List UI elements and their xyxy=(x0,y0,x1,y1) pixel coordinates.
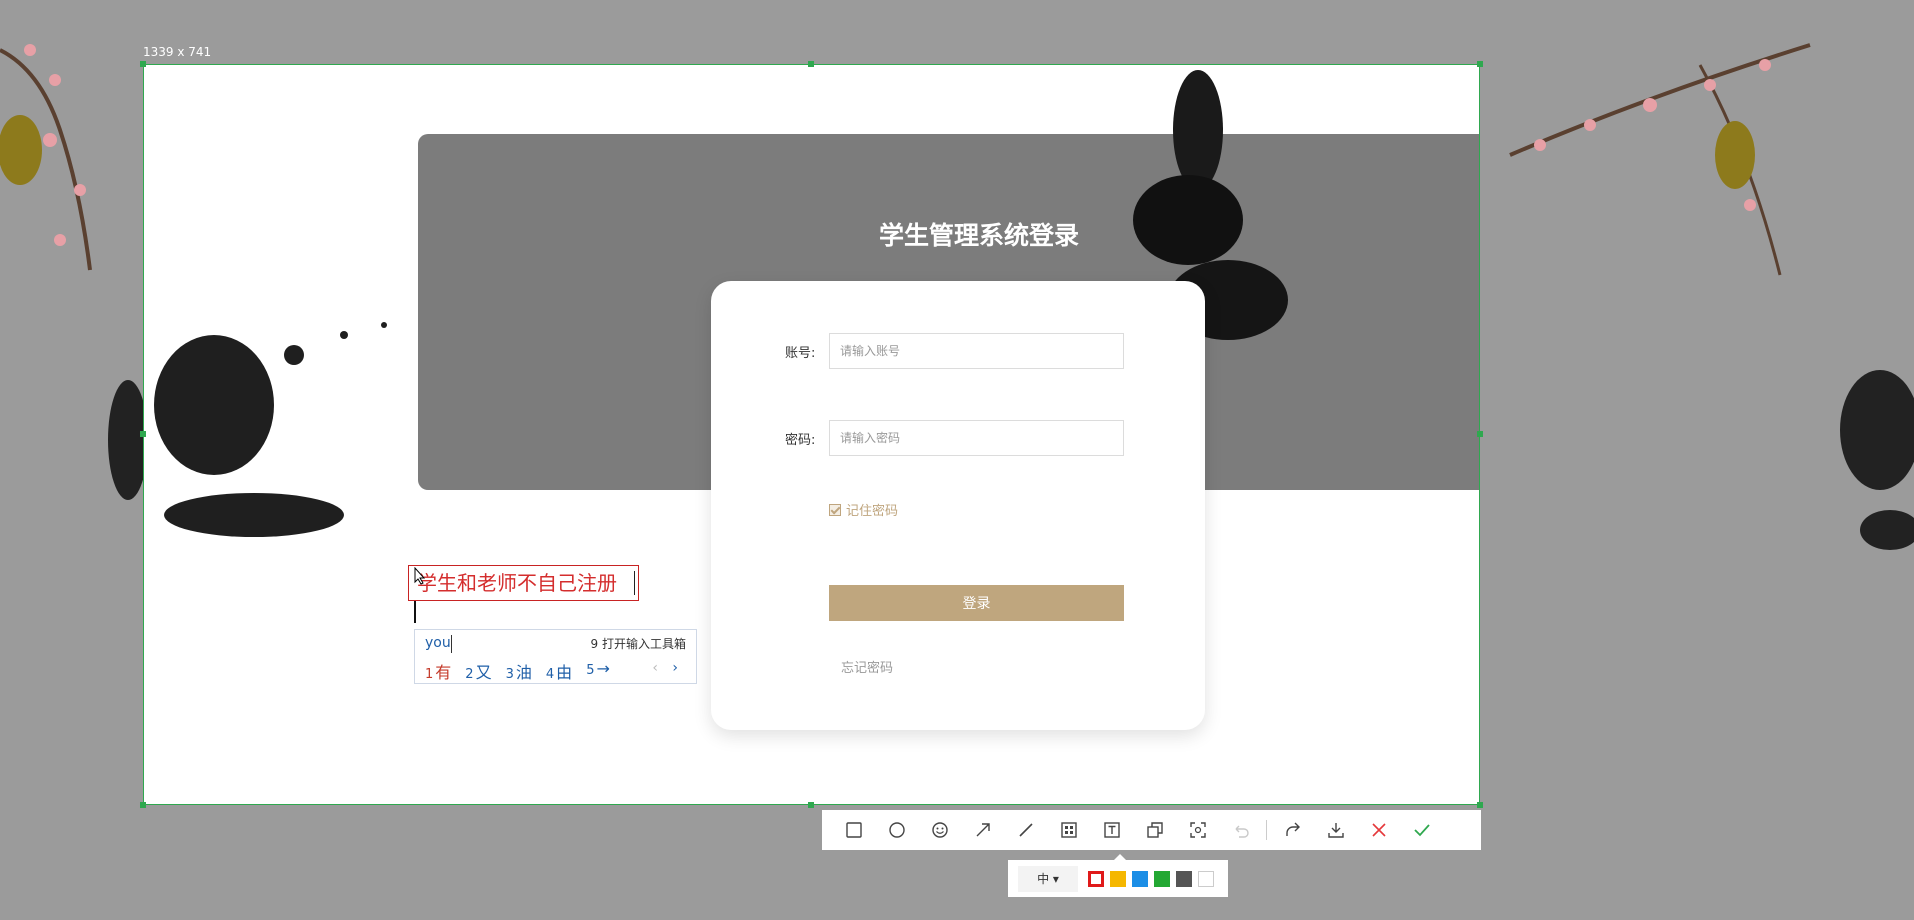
right-blossom-branch-image xyxy=(1509,43,1811,276)
left-blossom-branch-image xyxy=(0,44,92,271)
remember-password-row[interactable]: 记住密码 xyxy=(829,500,898,519)
close-icon xyxy=(1371,823,1386,837)
ime-prev-page-button[interactable]: ‹ xyxy=(652,660,658,676)
arrow-icon xyxy=(976,823,990,837)
left-ink-splash-image xyxy=(108,380,143,500)
resize-handle-left[interactable] xyxy=(140,431,146,437)
save-tool[interactable] xyxy=(1314,810,1357,850)
capture-toolbar xyxy=(822,810,1481,850)
account-label: 账号: xyxy=(785,346,816,361)
login-button[interactable]: 登录 xyxy=(829,585,1124,621)
ocr-tool[interactable] xyxy=(1176,810,1219,850)
login-card: 账号: 密码: 记住密码 登录 忘记密码 xyxy=(711,281,1205,730)
emoji-tool[interactable] xyxy=(918,810,961,850)
download-icon xyxy=(1327,823,1344,838)
resize-handle-top-right[interactable] xyxy=(1477,61,1483,67)
ime-candidate[interactable]: 4由 xyxy=(546,659,572,683)
color-swatch-gray[interactable] xyxy=(1176,870,1192,887)
ime-candidate[interactable]: 3油 xyxy=(506,659,532,683)
text-insert-cursor xyxy=(414,601,416,623)
copy-layers-icon xyxy=(1146,822,1163,838)
page-title: 学生管理系统登录 xyxy=(878,221,1079,250)
toolbar-separator xyxy=(1266,820,1267,840)
ink-splash-image xyxy=(154,322,387,537)
ime-candidate[interactable]: 5 → xyxy=(586,659,610,683)
rectangle-icon xyxy=(845,822,862,838)
rectangle-tool[interactable] xyxy=(832,810,875,850)
account-input[interactable] xyxy=(829,333,1124,369)
ime-candidate[interactable]: 2又 xyxy=(465,659,491,683)
remember-password-checkbox[interactable] xyxy=(829,503,841,516)
selection-size-label: 1339 x 741 xyxy=(143,45,212,59)
text-icon xyxy=(1103,822,1120,838)
right-ink-splash-image xyxy=(1840,370,1914,550)
resize-handle-top-left[interactable] xyxy=(140,61,146,67)
color-swatch-white[interactable] xyxy=(1198,870,1214,887)
ime-caret xyxy=(451,635,452,653)
resize-handle-bottom[interactable] xyxy=(808,802,814,808)
color-swatch-green[interactable] xyxy=(1154,870,1170,887)
pin-tool[interactable] xyxy=(1133,810,1176,850)
mosaic-tool[interactable] xyxy=(1047,810,1090,850)
color-swatch-red[interactable] xyxy=(1088,870,1104,887)
text-options-bar: 中 ▾ xyxy=(1008,854,1228,897)
ime-composition-text: you xyxy=(425,635,451,651)
scan-icon xyxy=(1189,822,1206,838)
remember-password-label: 记住密码 xyxy=(846,504,899,519)
password-label: 密码: xyxy=(785,433,816,448)
ime-page-nav: ‹ › xyxy=(652,660,678,676)
ime-candidate-list: 1有 2又 3油 4由 5 → xyxy=(425,659,610,683)
text-tool[interactable] xyxy=(1090,810,1133,850)
annotation-caret xyxy=(634,571,635,595)
screenshot-selection-region[interactable]: 学生管理系统登录 账号: 密码: 记住密码 登录 忘记密码 学生和老师不自己注册… xyxy=(143,64,1480,805)
confirm-capture-button[interactable] xyxy=(1400,810,1443,850)
resize-handle-bottom-right[interactable] xyxy=(1477,802,1483,808)
undo-tool[interactable] xyxy=(1219,810,1262,850)
arrow-tool[interactable] xyxy=(961,810,1004,850)
resize-handle-right[interactable] xyxy=(1477,431,1483,437)
ime-next-page-button[interactable]: › xyxy=(672,660,678,676)
smiley-icon xyxy=(931,822,948,838)
password-input[interactable] xyxy=(829,420,1124,456)
share-tool[interactable] xyxy=(1271,810,1314,850)
check-icon xyxy=(1413,824,1430,837)
annotation-text-box[interactable]: 学生和老师不自己注册 xyxy=(408,565,639,601)
mouse-pointer-icon xyxy=(414,567,426,585)
ellipse-tool[interactable] xyxy=(875,810,918,850)
pen-icon xyxy=(1018,823,1033,837)
ime-toolbox-link[interactable]: 9 打开输入工具箱 xyxy=(591,635,686,652)
ellipse-icon xyxy=(888,822,905,838)
resize-handle-top[interactable] xyxy=(808,61,814,67)
color-swatch-yellow[interactable] xyxy=(1110,870,1126,887)
pen-tool[interactable] xyxy=(1004,810,1047,850)
ime-candidate-popup: you 9 打开输入工具箱 1有 2又 3油 4由 5 → ‹ › xyxy=(414,629,697,684)
mosaic-icon xyxy=(1060,822,1077,838)
ime-candidate[interactable]: 1有 xyxy=(425,659,451,683)
share-icon xyxy=(1285,822,1300,836)
undo-icon xyxy=(1235,825,1249,838)
resize-handle-bottom-left[interactable] xyxy=(140,802,146,808)
forgot-password-link[interactable]: 忘记密码 xyxy=(841,657,893,676)
color-swatch-blue[interactable] xyxy=(1132,870,1148,887)
font-size-select[interactable]: 中 ▾ xyxy=(1018,865,1078,892)
cancel-capture-button[interactable] xyxy=(1357,810,1400,850)
